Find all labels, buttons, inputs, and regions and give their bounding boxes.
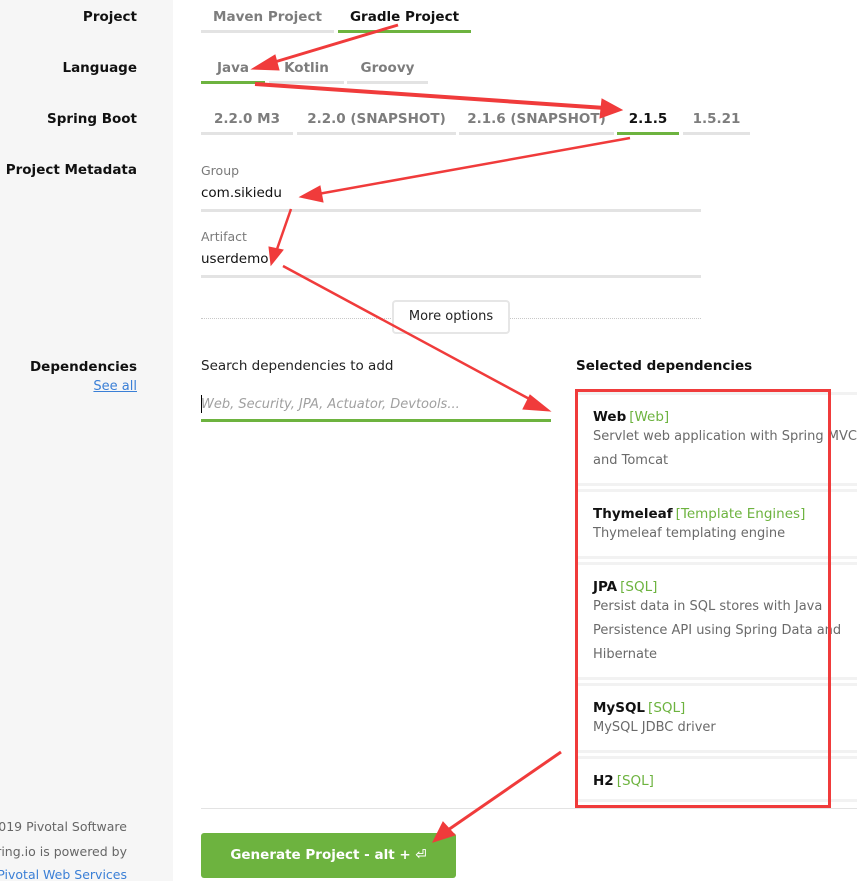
annotation-arrow <box>274 208 293 253</box>
tab-boot-2-1-5[interactable]: 2.1.5 <box>617 102 679 135</box>
dependency-description: MySQL JDBC driver <box>593 720 716 735</box>
dependency-name: Thymeleaf <box>593 506 673 522</box>
tab-label: 2.2.0 M3 <box>214 111 280 127</box>
dependencies-label: Dependencies <box>29 359 137 375</box>
tab-boot-2-2-0-snapshot[interactable]: 2.2.0 (SNAPSHOT) <box>297 102 456 135</box>
footer-copyright: 2019 Pivotal Software <box>0 819 127 834</box>
tab-kotlin[interactable]: Kotlin <box>269 51 344 84</box>
dependency-name: MySQL <box>593 700 646 716</box>
tab-label: 2.1.6 (SNAPSHOT) <box>467 111 606 127</box>
tab-label: 2.2.0 (SNAPSHOT) <box>307 111 446 127</box>
section-divider <box>201 808 857 809</box>
dependency-item-h2[interactable]: H2 [SQL] <box>576 756 857 802</box>
tab-boot-2-1-6-snapshot[interactable]: 2.1.6 (SNAPSHOT) <box>459 102 614 135</box>
artifact-input[interactable]: userdemo <box>201 251 269 267</box>
search-label: Search dependencies to add <box>201 358 394 374</box>
dependency-group: [SQL] <box>616 773 654 789</box>
dependency-group: [Web] <box>629 409 670 425</box>
annotation-arrowhead <box>268 246 284 267</box>
group-label: Group <box>201 163 240 178</box>
tab-java[interactable]: Java <box>201 51 265 84</box>
sidebar <box>0 0 173 881</box>
tab-boot-1-5-21[interactable]: 1.5.21 <box>683 102 750 135</box>
artifact-underline <box>201 275 701 278</box>
see-all-link[interactable]: See all <box>93 379 137 394</box>
dependency-name: JPA <box>593 579 618 595</box>
tab-boot-2-2-0-m3[interactable]: 2.2.0 M3 <box>201 102 293 135</box>
tab-label: Maven Project <box>213 9 322 25</box>
dependency-description: Thymeleaf templating engine <box>593 526 786 541</box>
footer-pivotal-link[interactable]: Pivotal Web Services <box>0 867 127 881</box>
dependency-search-input[interactable] <box>201 390 551 422</box>
tab-label: 1.5.21 <box>692 111 741 127</box>
dependency-description: Servlet web application with Spring MVC <box>593 429 857 444</box>
dependency-item-web[interactable]: Web [Web] Servlet web application with Sp… <box>576 392 857 486</box>
tab-groovy[interactable]: Groovy <box>347 51 428 84</box>
dependency-group: [SQL] <box>648 700 686 716</box>
dependency-group: [SQL] <box>620 579 658 595</box>
dependency-item-thymeleaf[interactable]: Thymeleaf [Template Engines] Thymeleaf te… <box>576 489 857 559</box>
dependency-item-jpa[interactable]: JPA [SQL] Persist data in SQL stores with… <box>576 562 857 680</box>
tab-maven-project[interactable]: Maven Project <box>201 0 334 33</box>
dependency-description: Persistence API using Spring Data and <box>593 623 842 638</box>
tab-label: Kotlin <box>284 60 329 76</box>
dependency-item-mysql[interactable]: MySQL [SQL] MySQL JDBC driver <box>576 683 857 753</box>
dependency-description: and Tomcat <box>593 453 669 468</box>
dependency-description: Persist data in SQL stores with Java <box>593 599 823 614</box>
tab-label: Java <box>216 60 250 76</box>
more-options-button[interactable]: More options <box>392 300 510 334</box>
group-input[interactable]: com.sikiedu <box>201 185 282 201</box>
selected-dependencies-list: Web [Web] Servlet web application with Sp… <box>576 392 857 805</box>
annotation-arrow <box>282 264 536 404</box>
group-underline <box>201 209 701 212</box>
spring-boot-label: Spring Boot <box>47 111 137 127</box>
tab-gradle-project[interactable]: Gradle Project <box>338 0 471 33</box>
dependency-description: Hibernate <box>593 647 658 662</box>
project-metadata-label: Project Metadata <box>5 162 137 178</box>
language-label: Language <box>62 60 137 76</box>
dependency-name: H2 <box>593 773 614 789</box>
text-caret <box>201 395 202 413</box>
project-label: Project <box>82 9 137 25</box>
dependency-name: Web <box>593 409 627 425</box>
footer-powered-by: pring.io is powered by <box>0 844 127 859</box>
annotation-arrow <box>317 136 631 196</box>
annotation-arrowhead <box>298 185 324 203</box>
artifact-label: Artifact <box>201 229 247 244</box>
tab-label: 2.1.5 <box>628 111 668 127</box>
selected-dependencies-title: Selected dependencies <box>576 358 753 374</box>
dependency-group: [Template Engines] <box>675 506 806 522</box>
tab-label: Gradle Project <box>349 9 460 25</box>
annotation-arrow <box>447 750 562 832</box>
tab-label: Groovy <box>360 60 415 76</box>
generate-project-button[interactable]: Generate Project - alt + ⏎ <box>201 833 456 878</box>
